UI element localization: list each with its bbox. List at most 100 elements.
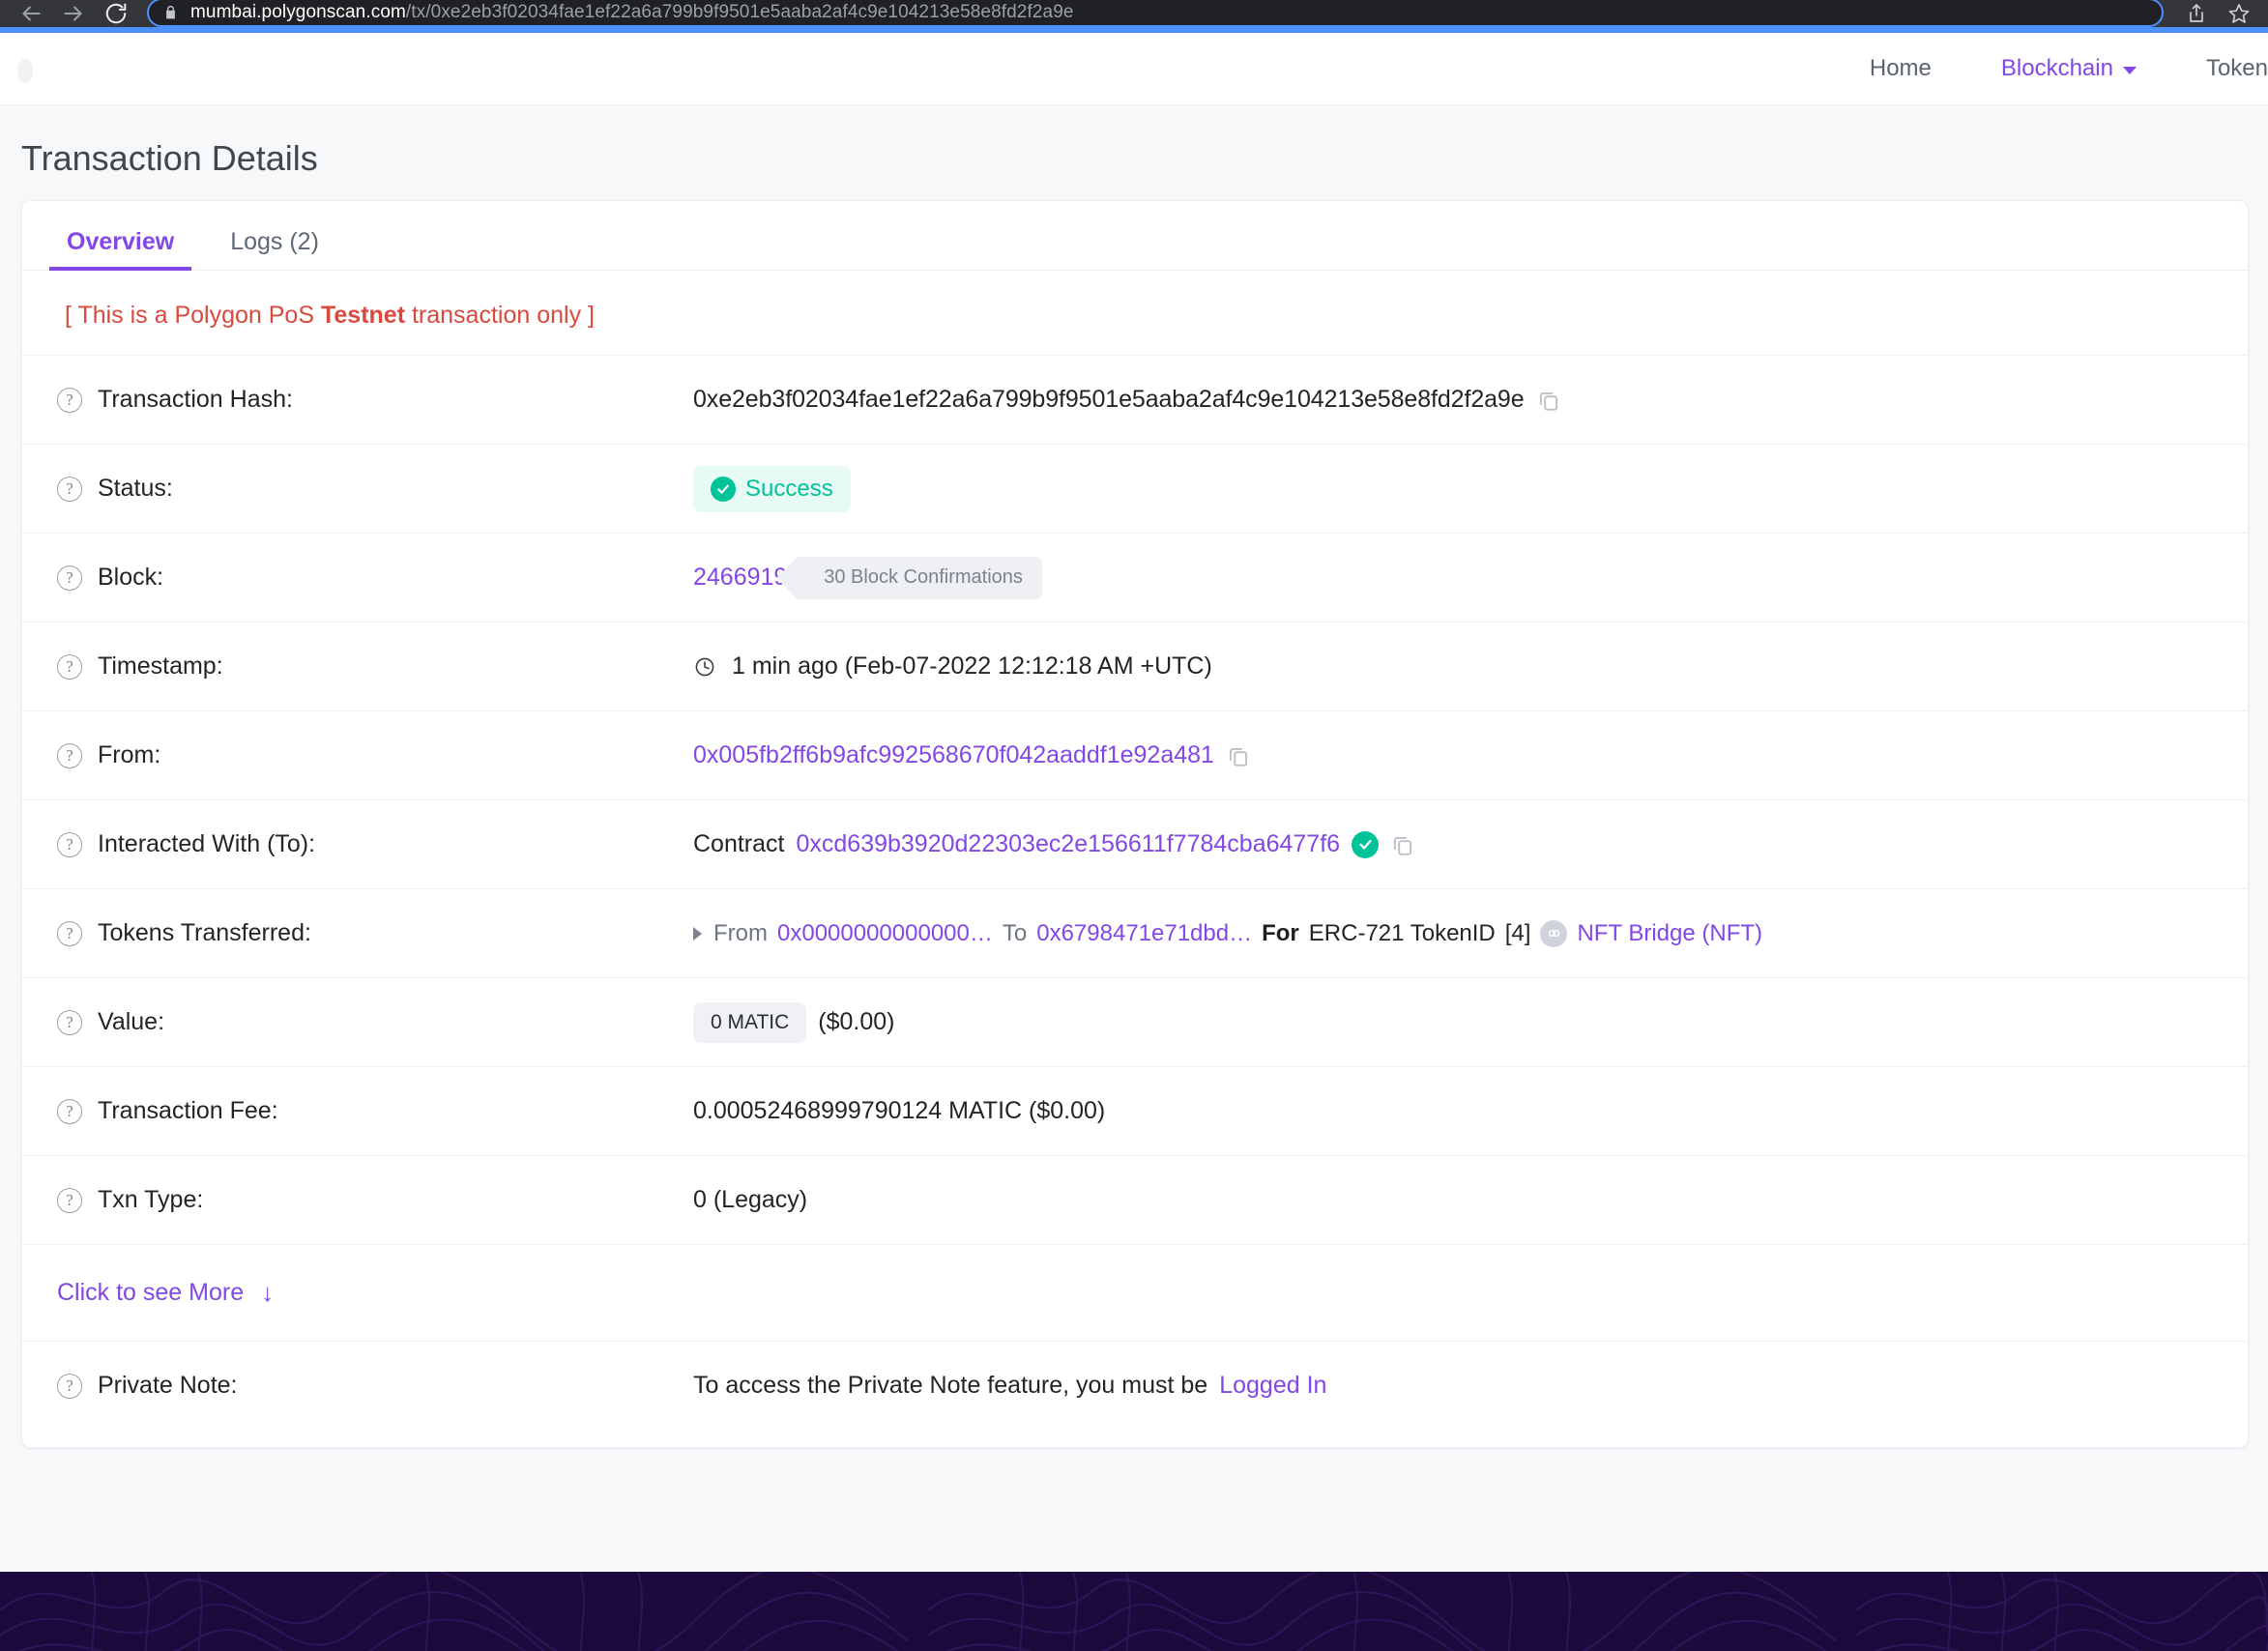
row-value-amount: ? Value: 0 MATIC ($0.00) bbox=[22, 977, 2248, 1066]
back-arrow-icon[interactable] bbox=[10, 0, 52, 27]
token-transfer-line: From 0x0000000000000… To 0x6798471e71dbd… bbox=[693, 919, 1762, 947]
value-amount-pill: 0 MATIC bbox=[693, 1001, 807, 1043]
tab-overview[interactable]: Overview bbox=[49, 228, 192, 271]
logged-in-link[interactable]: Logged In bbox=[1219, 1372, 1326, 1400]
row-label-text: Status: bbox=[98, 475, 173, 502]
row-label: ? Block: bbox=[36, 564, 693, 592]
row-label: ? Txn Type: bbox=[36, 1186, 693, 1214]
row-label: ? Tokens Transferred: bbox=[36, 919, 693, 947]
testnet-banner: [ This is a Polygon PoS Testnet transact… bbox=[22, 271, 2248, 355]
row-transaction-fee: ? Transaction Fee: 0.00052468999790124 M… bbox=[22, 1066, 2248, 1155]
verified-contract-icon bbox=[1352, 830, 1380, 858]
help-icon[interactable]: ? bbox=[57, 387, 82, 413]
help-icon[interactable]: ? bbox=[57, 653, 82, 680]
help-icon[interactable]: ? bbox=[57, 1187, 82, 1213]
clock-icon bbox=[693, 655, 716, 679]
row-label: ? Timestamp: bbox=[36, 652, 693, 681]
row-value: From 0x0000000000000… To 0x6798471e71dbd… bbox=[693, 919, 1762, 947]
star-icon[interactable] bbox=[2220, 0, 2258, 27]
nav-item-blockchain[interactable]: Blockchain bbox=[1966, 55, 2171, 82]
token-from-label: From bbox=[713, 919, 768, 946]
row-label-text: Transaction Hash: bbox=[98, 386, 293, 413]
row-interacted-with: ? Interacted With (To): Contract 0xcd639… bbox=[22, 799, 2248, 888]
copy-icon[interactable] bbox=[1536, 388, 1561, 413]
row-value: Success bbox=[693, 465, 851, 512]
row-value: 0x005fb2ff6b9afc992568670f042aaddf1e92a4… bbox=[693, 741, 1251, 769]
expand-triangle-icon[interactable] bbox=[693, 926, 702, 941]
browser-actions bbox=[2171, 0, 2258, 27]
nav-item-label: Blockchain bbox=[2000, 55, 2113, 81]
detail-rows: ? Transaction Hash: 0xe2eb3f02034fae1ef2… bbox=[22, 355, 2248, 1447]
page-body: Transaction Details Overview Logs (2) [ … bbox=[0, 105, 2268, 1572]
tab-label: Overview bbox=[67, 228, 175, 255]
contract-address-link[interactable]: 0xcd639b3920d22303ec2e156611f7784cba6477… bbox=[796, 830, 1340, 858]
share-icon[interactable] bbox=[2177, 0, 2216, 27]
reload-icon[interactable] bbox=[95, 0, 137, 27]
private-note-text: To access the Private Note feature, you … bbox=[693, 1372, 1208, 1399]
forward-arrow-icon[interactable] bbox=[52, 0, 95, 27]
row-value: 1 min ago (Feb-07-2022 12:12:18 AM +UTC) bbox=[693, 652, 1212, 681]
page-title: Transaction Details bbox=[21, 138, 318, 178]
row-see-more: Click to see More ↓ bbox=[22, 1244, 2248, 1341]
row-status: ? Status: Success bbox=[22, 444, 2248, 533]
help-icon[interactable]: ? bbox=[57, 831, 82, 857]
address-bar[interactable]: mumbai.polygonscan.com/tx/0xe2eb3f02034f… bbox=[147, 0, 2164, 27]
help-icon[interactable]: ? bbox=[57, 565, 82, 591]
token-logo-icon bbox=[1540, 919, 1568, 947]
row-value: 0.00052468999790124 MATIC ($0.00) bbox=[693, 1097, 1105, 1125]
row-txn-type: ? Txn Type: 0 (Legacy) bbox=[22, 1155, 2248, 1244]
tab-bar: Overview Logs (2) bbox=[22, 201, 2248, 271]
row-value: 0 (Legacy) bbox=[693, 1186, 807, 1214]
see-more-label: Click to see More bbox=[57, 1279, 245, 1306]
from-address-link[interactable]: 0x005fb2ff6b9afc992568670f042aaddf1e92a4… bbox=[693, 741, 1214, 769]
footer-contour-pattern bbox=[0, 1572, 2268, 1651]
help-icon[interactable]: ? bbox=[57, 920, 82, 946]
row-value: 0xe2eb3f02034fae1ef22a6a799b9f9501e5aaba… bbox=[693, 386, 1561, 414]
help-icon[interactable]: ? bbox=[57, 742, 82, 768]
token-id-value: [4] bbox=[1504, 919, 1531, 946]
token-from-address-link[interactable]: 0x0000000000000… bbox=[777, 920, 993, 947]
token-for-label: For bbox=[1262, 919, 1299, 946]
see-more-button[interactable]: Click to see More ↓ bbox=[22, 1245, 274, 1341]
help-icon[interactable]: ? bbox=[57, 476, 82, 502]
help-icon[interactable]: ? bbox=[57, 1373, 82, 1399]
row-label: ? Status: bbox=[36, 475, 693, 503]
testnet-banner-prefix: [ This is a Polygon PoS bbox=[65, 302, 321, 329]
tab-logs[interactable]: Logs (2) bbox=[213, 228, 336, 270]
nav-item-token[interactable]: Token bbox=[2171, 55, 2268, 82]
transaction-hash-value: 0xe2eb3f02034fae1ef22a6a799b9f9501e5aaba… bbox=[693, 386, 1525, 413]
row-label: ? From: bbox=[36, 741, 693, 769]
site-header: Home Blockchain Token bbox=[0, 33, 2268, 105]
testnet-banner-strong: Testnet bbox=[320, 302, 406, 329]
copy-icon[interactable] bbox=[1226, 743, 1251, 768]
token-name-link[interactable]: NFT Bridge (NFT) bbox=[1577, 920, 1762, 947]
row-label: ? Private Note: bbox=[36, 1372, 693, 1400]
row-label-text: Value: bbox=[98, 1008, 165, 1035]
nav-item-home[interactable]: Home bbox=[1835, 55, 1966, 82]
contract-prefix: Contract bbox=[693, 830, 785, 857]
row-label: ? Transaction Hash: bbox=[36, 386, 693, 414]
lock-icon bbox=[162, 3, 179, 22]
token-to-address-link[interactable]: 0x6798471e71dbd… bbox=[1036, 920, 1252, 947]
row-value: To access the Private Note feature, you … bbox=[693, 1372, 1326, 1400]
txn-type-value: 0 (Legacy) bbox=[693, 1186, 808, 1213]
row-label: ? Interacted With (To): bbox=[36, 830, 693, 858]
row-value: Contract 0xcd639b3920d22303ec2e156611f77… bbox=[693, 830, 1415, 858]
help-icon[interactable]: ? bbox=[57, 1098, 82, 1124]
transaction-card: Overview Logs (2) [ This is a Polygon Po… bbox=[21, 200, 2249, 1448]
help-icon[interactable]: ? bbox=[57, 1009, 82, 1035]
copy-icon[interactable] bbox=[1390, 832, 1415, 857]
row-timestamp: ? Timestamp: 1 min ago (Feb-07-2022 12:1… bbox=[22, 622, 2248, 710]
row-from: ? From: 0x005fb2ff6b9afc992568670f042aad… bbox=[22, 710, 2248, 799]
row-label-text: Block: bbox=[98, 564, 164, 591]
row-value: 24669192 30 Block Confirmations bbox=[693, 556, 1042, 599]
value-usd: ($0.00) bbox=[818, 1008, 895, 1035]
row-label: ? Transaction Fee: bbox=[36, 1097, 693, 1125]
chevron-down-icon bbox=[2122, 67, 2137, 74]
block-confirmations-tag: 30 Block Confirmations bbox=[776, 556, 1042, 599]
row-block: ? Block: 24669192 30 Block Confirmations bbox=[22, 533, 2248, 622]
testnet-banner-suffix: transaction only ] bbox=[405, 302, 595, 329]
row-value: 0 MATIC ($0.00) bbox=[693, 1001, 895, 1043]
row-transaction-hash: ? Transaction Hash: 0xe2eb3f02034fae1ef2… bbox=[22, 355, 2248, 444]
row-label-text: Private Note: bbox=[98, 1372, 238, 1399]
